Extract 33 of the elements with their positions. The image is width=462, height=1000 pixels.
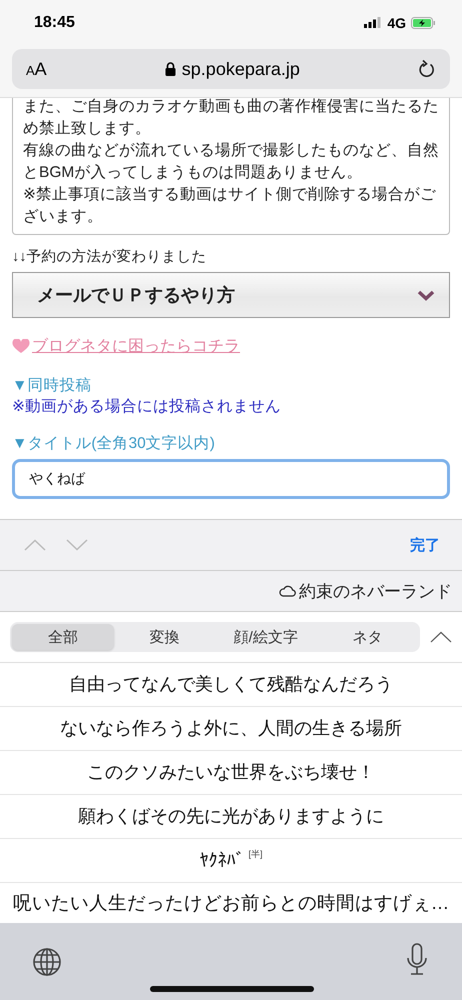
candidate-tab[interactable]: 顔/絵文字 (215, 624, 316, 650)
clock-time: 18:45 (34, 14, 76, 32)
method-label: ↓↓予約の方法が変わりました (12, 248, 208, 266)
section-label: ▼同時投稿 (12, 376, 92, 396)
microphone-icon[interactable] (406, 943, 428, 977)
method-select[interactable]: メールでＵＰするやり方 (12, 272, 450, 318)
title-input[interactable]: やくねば (12, 459, 450, 499)
network-type: 4G (387, 14, 406, 30)
candidate-item[interactable]: 呪いたい人生だったけどお前らとの時間はすげぇ… (12, 890, 450, 916)
candidate-item[interactable]: ﾔｸﾈﾊﾞ [半] (199, 848, 262, 872)
candidate-item[interactable]: このクソみたいな世界をぶち壊せ！ (87, 760, 375, 784)
candidate-tab[interactable]: ネタ (316, 624, 418, 650)
up-chevron-icon[interactable] (430, 631, 452, 643)
globe-icon[interactable] (32, 947, 62, 977)
candidate-tab[interactable]: 変換 (114, 624, 215, 650)
candidate-item[interactable]: ないなら作ろうよ外に、人間の生きる場所 (60, 716, 402, 740)
prediction-text[interactable]: 約束のネバーランド (299, 580, 452, 602)
url-text[interactable]: sp.pokepara.jp (182, 58, 300, 80)
cloud-icon (279, 585, 296, 597)
text-size-button[interactable]: AA (26, 58, 47, 80)
done-button[interactable]: 完了 (410, 536, 440, 554)
notice-box: また、ご自身のカラオケ動画も曲の著作権侵害に当たるため禁止致します。 有線の曲などが流れている場所で撮影したものなど、自然とBGMが入ってしまうものは問題ありません。 ※禁止事項に該当する動画はサイト側で削除する場合がございます。 (12, 98, 450, 235)
heart-icon (12, 339, 30, 354)
chevron-down-icon (417, 290, 435, 300)
lock-icon (164, 62, 176, 76)
section-note: ※動画がある場合には投稿されません (12, 397, 282, 417)
battery-icon (411, 16, 436, 28)
reload-icon[interactable] (418, 59, 436, 79)
candidate-item[interactable]: 自由ってなんで美しくて残酷なんだろう (69, 672, 393, 696)
signal-icon (364, 17, 382, 28)
candidate-item[interactable]: 願わくばその先に光がありますように (78, 804, 384, 828)
candidate-tab[interactable]: 全部 (12, 624, 114, 650)
title-label: ▼タイトル(全角30文字以内) (12, 434, 216, 454)
